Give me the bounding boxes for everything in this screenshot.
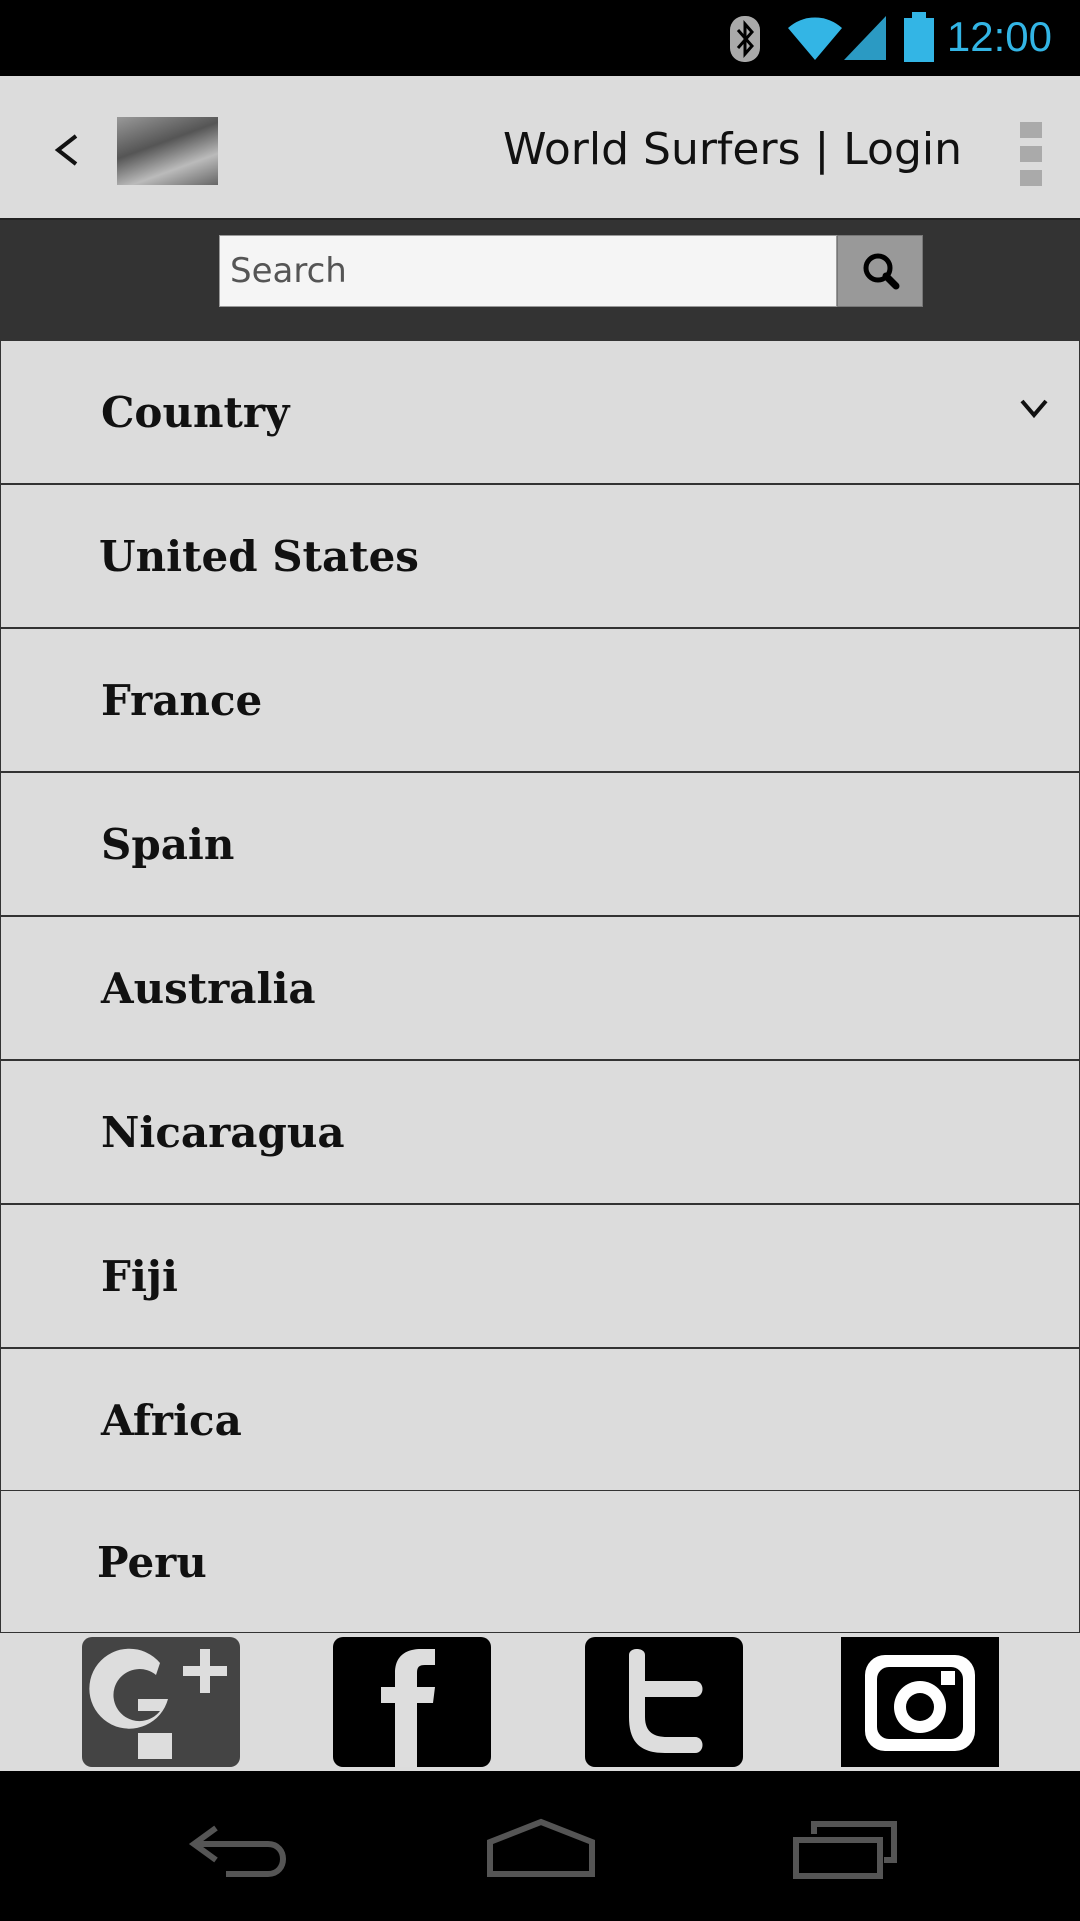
country-dropdown-header[interactable]: Country [0,340,1080,484]
nav-home-icon[interactable] [486,1818,596,1880]
list-item-label: United States [99,532,419,581]
status-time: 12:00 [946,13,1052,60]
list-item-label: Nicaragua [101,1108,345,1157]
list-item-peru[interactable]: Peru [0,1490,1080,1633]
back-arrow-icon[interactable] [50,130,84,170]
signal-icon [844,16,886,60]
nav-back-icon[interactable] [188,1820,292,1880]
app-logo-image [117,117,218,185]
nav-recents-icon[interactable] [792,1820,898,1880]
country-dropdown-label: Country [101,388,290,437]
list-item-france[interactable]: France [0,628,1080,772]
twitter-icon[interactable] [585,1637,743,1767]
list-item-label: Fiji [101,1252,178,1301]
wifi-icon [788,17,842,60]
list-item-label: Africa [101,1396,242,1445]
list-item-label: Peru [97,1538,207,1587]
search-button[interactable] [837,235,923,307]
list-item-spain[interactable]: Spain [0,772,1080,916]
list-item-label: Spain [101,820,235,869]
chevron-down-icon [1020,399,1048,419]
app-title[interactable]: World Surfers | Login [503,124,962,176]
search-icon [863,253,900,290]
list-item-australia[interactable]: Australia [0,916,1080,1060]
list-item-africa[interactable]: Africa [0,1348,1080,1492]
list-item-label: Australia [101,964,316,1013]
battery-icon [904,12,934,62]
google-plus-icon[interactable] [82,1637,240,1767]
facebook-icon[interactable] [333,1637,491,1767]
list-item-united-states[interactable]: United States [0,484,1080,628]
bluetooth-icon [730,16,760,62]
list-item-fiji[interactable]: Fiji [0,1204,1080,1348]
search-input[interactable] [219,235,837,307]
instagram-icon[interactable] [841,1637,999,1767]
list-item-label: France [101,676,263,725]
list-item-nicaragua[interactable]: Nicaragua [0,1060,1080,1204]
overflow-menu-icon[interactable] [1020,122,1042,186]
